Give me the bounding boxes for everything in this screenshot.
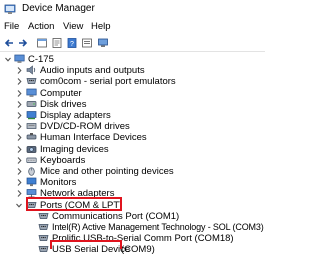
chevron-right-icon[interactable]: [15, 166, 23, 177]
tree-child-usb-serial[interactable]: USB Serial Device (COM9): [0, 244, 260, 255]
chevron-right-icon[interactable]: [15, 177, 23, 188]
computer-icon: [14, 54, 25, 63]
disk-drive-icon: [26, 100, 37, 107]
tree-item-label: Display adapters: [40, 110, 111, 121]
tree-child-com1[interactable]: Communications Port (COM1): [0, 211, 260, 222]
highlight-box-usb-serial: [50, 240, 122, 249]
help-book-icon[interactable]: ?: [66, 37, 78, 49]
tree-item-label: DVD/CD-ROM drives: [40, 121, 130, 133]
tree-child-com18[interactable]: Prolific USB-to-Serial Comm Port (COM18): [0, 233, 260, 244]
forward-arrow-icon[interactable]: [17, 37, 29, 49]
tree-item-label: Mice and other pointing devices: [40, 166, 174, 177]
camera-icon: [26, 145, 37, 153]
tree-item-display-adapters[interactable]: Display adapters: [0, 110, 260, 121]
chevron-right-icon[interactable]: [15, 65, 23, 76]
monitor-icon: [26, 177, 37, 187]
dvd-drive-icon: [26, 123, 37, 130]
tree-item-label: Monitors: [40, 177, 77, 189]
chevron-right-icon[interactable]: [15, 99, 23, 110]
tree-item-mice[interactable]: Mice and other pointing devices: [0, 166, 260, 177]
tree-root-label: C-175: [28, 54, 54, 65]
chevron-right-icon[interactable]: [15, 144, 23, 155]
tree-child-label: Communications Port (COM1): [52, 210, 180, 222]
device-manager-app-icon: [4, 4, 16, 14]
tree-child-com3[interactable]: Intel(R) Active Management Technology - …: [0, 222, 264, 233]
chevron-right-icon[interactable]: [15, 121, 23, 132]
tree-item-label: Audio inputs and outputs: [40, 65, 145, 77]
back-arrow-icon[interactable]: [3, 37, 15, 49]
chevron-right-icon[interactable]: [15, 76, 23, 87]
chevron-right-icon[interactable]: [15, 110, 23, 121]
menu-bar: File Action View Help: [0, 20, 265, 35]
menu-help[interactable]: Help: [91, 21, 111, 32]
speaker-icon: [26, 65, 36, 75]
tree-item-keyboards[interactable]: Keyboards: [0, 155, 260, 166]
tree-item-disk-drives[interactable]: Disk drives: [0, 99, 260, 110]
menu-file[interactable]: File: [4, 21, 19, 32]
port-icon: [38, 212, 49, 219]
menu-action[interactable]: Action: [28, 21, 54, 32]
properties-icon[interactable]: [51, 37, 63, 49]
chevron-right-icon[interactable]: [15, 155, 23, 166]
tree-item-com0com[interactable]: com0com - serial port emulators: [0, 76, 260, 87]
keyboard-icon: [26, 157, 37, 163]
highlight-box-ports: [26, 197, 122, 211]
tree-item-audio[interactable]: Audio inputs and outputs: [0, 65, 260, 76]
chevron-down-icon[interactable]: [4, 54, 12, 65]
tree-child-label: Intel(R) Active Management Technology - …: [52, 222, 264, 232]
chevron-right-icon[interactable]: [15, 88, 23, 99]
tree-item-label: Computer: [40, 87, 82, 99]
port-icon: [38, 224, 49, 230]
tree-root[interactable]: C-175: [0, 54, 120, 65]
window-list-icon[interactable]: [81, 37, 93, 49]
window-title: Device Manager: [22, 3, 95, 14]
tree-item-label: com0com - serial port emulators: [40, 76, 176, 88]
computer-icon: [26, 88, 37, 97]
tree-item-monitors[interactable]: Monitors: [0, 177, 260, 188]
title-bar: Device Manager: [0, 0, 265, 19]
tree-item-dvd-drives[interactable]: DVD/CD-ROM drives: [0, 121, 260, 132]
computer-monitor-icon[interactable]: [97, 37, 109, 49]
display-adapter-icon: [26, 111, 37, 120]
menu-view[interactable]: View: [63, 21, 83, 32]
port-icon: [38, 235, 49, 242]
tree-item-computer[interactable]: Computer: [0, 88, 260, 99]
port-icon: [26, 78, 37, 85]
hid-icon: [26, 133, 37, 140]
tree-item-label: Disk drives: [40, 98, 87, 110]
port-icon: [38, 246, 49, 253]
svg-text:?: ?: [70, 41, 74, 48]
tree-item-hid[interactable]: Human Interface Devices: [0, 132, 260, 143]
toolbar: ?: [0, 36, 265, 52]
tree-item-label: Imaging devices: [40, 143, 109, 155]
tree-child-port-suffix: (COM9): [121, 244, 155, 255]
chevron-right-icon[interactable]: [15, 132, 23, 143]
tree-item-label: Human Interface Devices: [40, 132, 147, 144]
window-pane-icon[interactable]: [36, 37, 48, 49]
chevron-right-icon[interactable]: [15, 188, 23, 199]
chevron-down-icon[interactable]: [15, 200, 23, 211]
tree-item-imaging-devices[interactable]: Imaging devices: [0, 144, 260, 155]
tree-item-label: Keyboards: [40, 154, 86, 166]
device-tree: C-175 Audio inputs and outputs com0com -…: [0, 52, 265, 255]
mouse-icon: [28, 167, 35, 176]
